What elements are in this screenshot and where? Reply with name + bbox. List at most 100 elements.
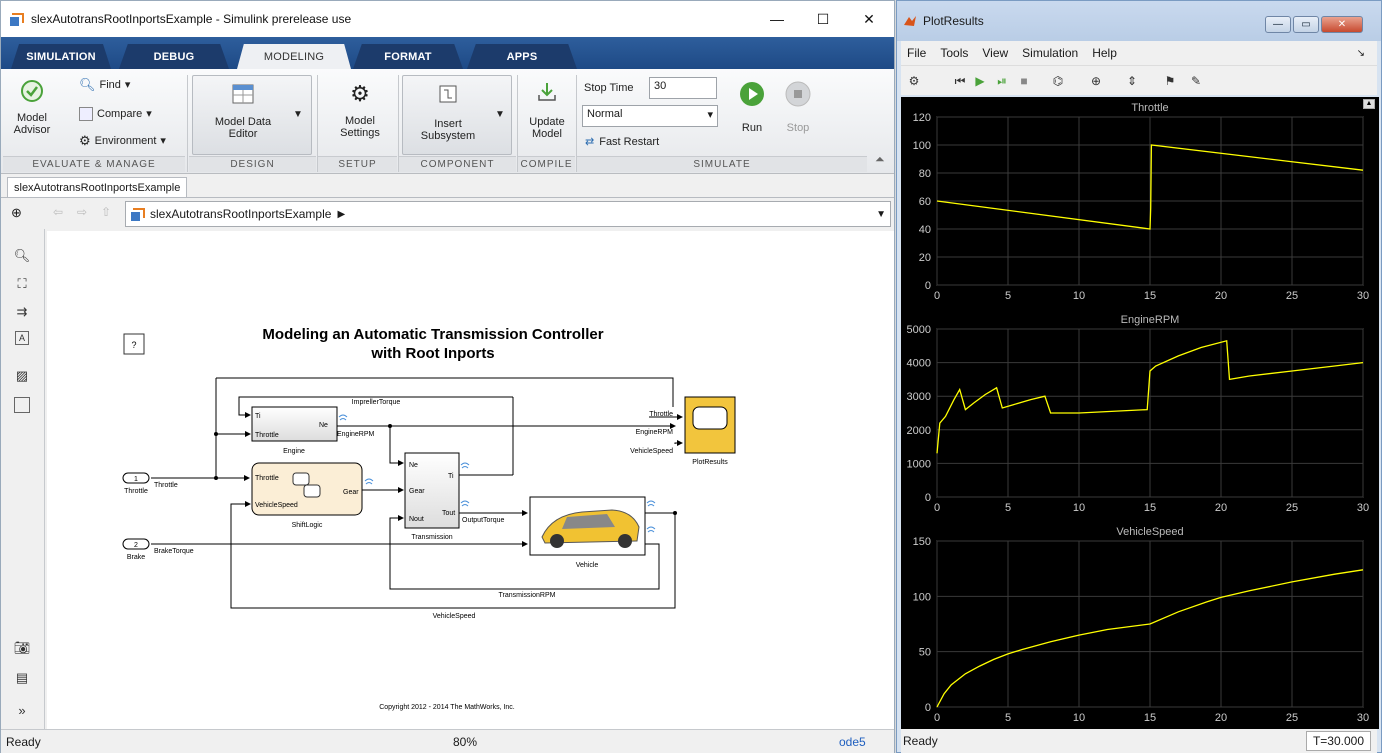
plot-title: Throttle — [1131, 102, 1168, 114]
y-tick-label: 150 — [913, 536, 931, 548]
hide-browser-icon[interactable]: ⊕ — [11, 205, 22, 221]
expand-icon[interactable]: » — [13, 701, 31, 719]
compare-button[interactable]: Compare ▾ — [79, 107, 152, 121]
cursor-icon[interactable]: ⚑ — [1161, 72, 1179, 90]
plot-minimize-button[interactable]: — — [1265, 16, 1291, 33]
highlight-icon[interactable]: ⌬ — [1049, 72, 1067, 90]
inport-throttle-number: 1 — [134, 476, 138, 483]
simulation-mode-value: Normal — [587, 108, 623, 120]
annotation-icon[interactable]: A — [15, 331, 29, 345]
section-simulate: SIMULATE — [577, 156, 867, 172]
shiftlogic-label: ShiftLogic — [292, 522, 323, 529]
find-label: Find — [99, 79, 121, 91]
copyright: Copyright 2012 - 2014 The MathWorks, Inc… — [379, 704, 515, 711]
stop-time-label: Stop Time — [584, 82, 634, 94]
menu-overflow-icon[interactable]: ↘ — [1357, 48, 1365, 59]
engine-port-throttle: Throttle — [255, 432, 279, 439]
environment-button[interactable]: ⚙ Environment ▾ — [79, 134, 166, 147]
undock-icon[interactable]: ▲ — [1363, 99, 1375, 109]
area-icon[interactable] — [14, 397, 30, 413]
y-tick-label: 0 — [925, 492, 931, 504]
image-icon[interactable]: ▨ — [13, 367, 31, 385]
stop-icon — [785, 81, 811, 107]
model-data-editor-dropdown[interactable]: ▼ — [293, 109, 303, 121]
tab-debug[interactable]: DEBUG — [119, 44, 229, 69]
tab-format[interactable]: FORMAT — [353, 44, 463, 69]
scope-plots: Throttle0 5 10 15 20 25 30020406080100120Engin… — [907, 102, 1370, 724]
model-settings-label: Model Settings — [340, 115, 380, 139]
plot-close-button[interactable]: ✕ — [1321, 16, 1363, 33]
x-tick-label: 0 — [934, 502, 940, 514]
ribbon-separator — [187, 75, 188, 172]
model-canvas[interactable]: ? Modeling an Automatic Transmission Con… — [47, 231, 894, 729]
compare-icon — [79, 107, 93, 121]
y-tick-label: 1000 — [907, 458, 931, 470]
arrow-icon[interactable]: ⇉ — [13, 303, 31, 321]
model-advisor-label: Model Advisor — [13, 112, 51, 136]
ribbon: Model Advisor 🔍︎ Find ▾ Compare ▾ ⚙ Enviro… — [1, 69, 894, 174]
model-advisor-button[interactable]: Model Advisor — [7, 79, 57, 136]
fast-restart-toggle[interactable]: ⇄ Fast Restart — [585, 136, 659, 148]
style-icon[interactable]: ✎ — [1187, 72, 1205, 90]
window-title: slexAutotransRootInportsExample - Simuli… — [31, 12, 352, 26]
stop-button[interactable]: Stop — [781, 81, 815, 134]
plot-area[interactable]: Throttle 0 5 10 15 20 25 30 0 20 40 60 80 100 120 Engin… — [901, 97, 1379, 729]
minimize-button[interactable]: — — [754, 1, 800, 37]
run-button[interactable]: Run — [733, 81, 771, 134]
camera-icon[interactable]: 📷︎ — [13, 639, 31, 657]
transmission-port-ti: Ti — [448, 473, 454, 480]
back-arrow-icon[interactable]: ⇦ — [53, 205, 63, 219]
update-model-button[interactable]: Update Model — [521, 81, 573, 140]
step-forward-icon[interactable]: ⏯ — [993, 72, 1011, 90]
menu-tools[interactable]: Tools — [940, 46, 968, 60]
fast-restart-label: Fast Restart — [599, 136, 660, 148]
status-solver[interactable]: ode5 — [839, 735, 866, 749]
tab-simulation[interactable]: SIMULATION — [11, 44, 111, 69]
plot-maximize-button[interactable]: ▭ — [1293, 16, 1319, 33]
close-button[interactable]: ✕ — [846, 1, 892, 37]
y-tick-label: 5000 — [907, 324, 931, 336]
y-tick-label: 0 — [925, 280, 931, 292]
fit-to-view-icon[interactable]: ⛶ — [13, 275, 31, 293]
step-back-icon[interactable]: ⏮ — [951, 72, 969, 90]
model-tab[interactable]: slexAutotransRootInportsExample — [7, 177, 188, 197]
y-tick-label: 60 — [919, 196, 931, 208]
up-arrow-icon[interactable]: ⇧ — [101, 205, 111, 219]
insert-subsystem-dropdown[interactable]: ▼ — [495, 109, 505, 121]
menu-view[interactable]: View — [982, 46, 1008, 60]
simulation-mode-select[interactable]: Normal ▾ — [582, 105, 718, 127]
menu-help[interactable]: Help — [1092, 46, 1117, 60]
zoom-icon[interactable]: 🔍︎ — [13, 247, 31, 265]
model-settings-button[interactable]: ⚙ Model Settings — [327, 83, 393, 140]
play-icon — [740, 82, 764, 106]
run-icon[interactable]: ▶ — [971, 72, 989, 90]
collapse-ribbon-icon[interactable]: ⏶ — [875, 153, 885, 165]
tab-modeling[interactable]: MODELING — [237, 44, 351, 69]
section-compile: COMPILE — [518, 156, 575, 172]
plotresults-label: PlotResults — [692, 459, 728, 466]
model-data-editor-label: Model Data Editor — [214, 116, 272, 140]
tab-apps[interactable]: APPS — [467, 44, 577, 69]
engine-port-ti: Ti — [255, 413, 261, 420]
insert-subsystem-content: Insert Subsystem — [405, 83, 491, 142]
breadcrumb[interactable]: slexAutotransRootInportsExample ▶ ▼ — [125, 201, 891, 227]
model-data-editor-content: Model Data Editor — [195, 83, 291, 140]
menu-file[interactable]: File — [907, 46, 926, 60]
forward-arrow-icon[interactable]: ⇨ — [77, 205, 87, 219]
matlab-icon — [904, 16, 916, 26]
breadcrumb-dropdown-icon[interactable]: ▼ — [876, 209, 886, 220]
find-button[interactable]: 🔍︎ Find ▾ — [79, 78, 130, 91]
model-browser-icon[interactable]: ▤ — [13, 669, 31, 687]
address-bar: ⊕ ⇦ ⇨ ⇧ slexAutotransRootInportsExample … — [1, 197, 894, 229]
zoom-in-icon[interactable]: ⊕ — [1087, 72, 1105, 90]
x-tick-label: 0 — [934, 712, 940, 724]
stop-icon[interactable]: ■ — [1015, 72, 1033, 90]
settings-icon[interactable]: ⚙ — [905, 72, 923, 90]
x-tick-label: 30 — [1357, 502, 1369, 514]
section-setup: SETUP — [318, 156, 397, 172]
menu-simulation[interactable]: Simulation — [1022, 46, 1078, 60]
stop-time-input[interactable]: 30 — [649, 77, 717, 99]
autoscale-icon[interactable]: ⇕ — [1123, 72, 1141, 90]
x-tick-label: 30 — [1357, 712, 1369, 724]
maximize-button[interactable]: ☐ — [800, 1, 846, 37]
